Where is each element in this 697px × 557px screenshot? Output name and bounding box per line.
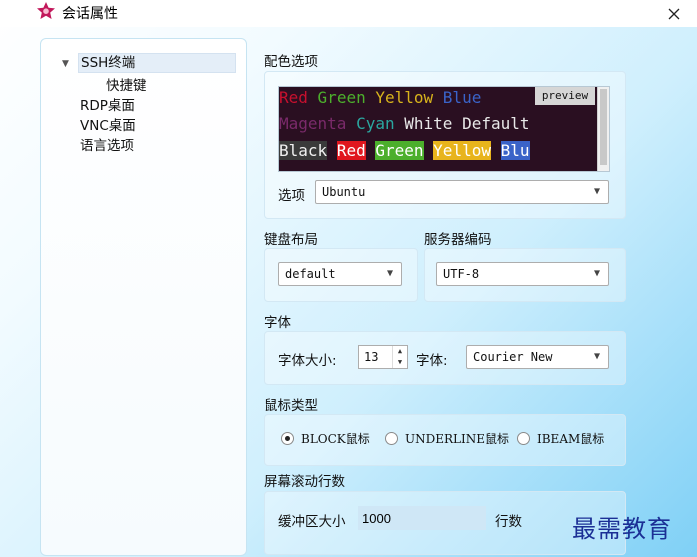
radio-button[interactable] (281, 431, 294, 445)
preview-badge: preview (535, 87, 595, 105)
radio-button[interactable] (517, 431, 530, 445)
preview-color-sample: Yellow (375, 88, 434, 107)
radio-label: IBEAM鼠标 (537, 431, 605, 446)
server-encoding-select[interactable]: UTF-8 ▼ (436, 262, 609, 286)
tree-item-shortcuts[interactable]: 快捷键 (106, 74, 147, 94)
font-family-select[interactable]: Courier New ▼ (466, 345, 609, 369)
preview-scrollbar[interactable] (597, 87, 609, 171)
window-title: 会话属性 (62, 6, 118, 22)
scroll-lines-label: 屏幕滚动行数 (264, 474, 345, 490)
select-value: Ubuntu (322, 185, 366, 199)
preview-spacer (424, 141, 434, 160)
keyboard-layout-select[interactable]: default ▼ (278, 262, 402, 286)
preview-color-sample: Blu (500, 141, 530, 160)
font-family-label: 字体: (416, 353, 448, 369)
font-size-stepper[interactable]: 13 ▲ ▼ (358, 345, 408, 369)
color-options-label: 配色选项 (264, 54, 318, 70)
font-size-label: 字体大小: (278, 353, 337, 369)
preview-color-sample: Red (336, 141, 366, 160)
radio-button[interactable] (385, 431, 398, 445)
expand-caret-icon[interactable]: ▼ (62, 59, 69, 69)
font-size-value: 13 (364, 350, 379, 364)
scroll-thumb[interactable] (600, 89, 607, 165)
settings-tree (40, 38, 247, 556)
preview-spacer (452, 114, 462, 133)
preview-color-sample: Red (279, 88, 308, 107)
stepper-buttons: ▲ ▼ (392, 346, 407, 368)
tree-item-label: 语言选项 (80, 138, 134, 154)
radio-label: UNDERLINE鼠标 (405, 431, 509, 446)
font-section-label: 字体 (264, 315, 291, 331)
radio-block-cursor[interactable]: BLOCK鼠标 (281, 428, 370, 448)
preview-row: Black Red Green Yellow Blu (279, 140, 530, 162)
preview-row: Red Green Yellow Blue (279, 87, 481, 109)
preview-color-sample: White (404, 114, 453, 133)
chevron-down-icon: ▼ (593, 268, 600, 279)
preview-spacer (308, 88, 318, 107)
preview-spacer (395, 114, 405, 133)
tree-item-label: RDP桌面 (80, 98, 135, 114)
close-button[interactable] (651, 0, 697, 27)
tree-item-ssh[interactable]: SSH终端 (78, 53, 236, 73)
buffer-unit-label: 行数 (495, 514, 522, 530)
tree-item-vnc[interactable]: VNC桌面 (80, 114, 136, 134)
buffer-size-label: 缓冲区大小 (278, 514, 346, 530)
preview-color-sample: Yellow (433, 141, 491, 160)
preview-spacer (491, 141, 501, 160)
chevron-up-icon[interactable]: ▲ (393, 346, 407, 357)
color-preview: Red Green Yellow Blue Magenta Cyan White… (278, 86, 610, 172)
chevron-down-icon: ▼ (593, 351, 600, 362)
select-value: default (285, 267, 336, 281)
preview-color-sample: Green (375, 141, 424, 160)
select-value: UTF-8 (443, 267, 480, 281)
chevron-down-icon: ▼ (386, 268, 393, 279)
preview-spacer (327, 141, 337, 160)
close-icon (668, 8, 680, 19)
scheme-label: 选项 (278, 188, 305, 204)
preview-spacer (433, 88, 443, 107)
preview-color-sample: Black (279, 141, 328, 160)
radio-label: BLOCK鼠标 (301, 431, 370, 446)
preview-spacer (366, 141, 376, 160)
app-logo-icon (37, 2, 55, 19)
tree-item-label: VNC桌面 (80, 118, 136, 134)
preview-color-sample: Blue (442, 88, 482, 107)
watermark: 最需教育 (572, 515, 672, 543)
preview-color-sample: Green (317, 88, 366, 107)
preview-row: Magenta Cyan White Default (279, 113, 530, 135)
radio-underline-cursor[interactable]: UNDERLINE鼠标 (385, 428, 509, 448)
chevron-down-icon[interactable]: ▼ (393, 357, 407, 368)
tree-item-rdp[interactable]: RDP桌面 (80, 94, 135, 114)
radio-ibeam-cursor[interactable]: IBEAM鼠标 (517, 428, 604, 448)
mouse-type-label: 鼠标类型 (264, 398, 318, 414)
title-bar: 会话属性 (0, 0, 697, 27)
keyboard-layout-label: 键盘布局 (264, 232, 318, 248)
select-value: Courier New (473, 350, 553, 364)
preview-color-sample: Cyan (356, 114, 395, 133)
server-encoding-label: 服务器编码 (424, 232, 492, 248)
buffer-size-input[interactable] (358, 506, 486, 530)
preview-spacer (346, 114, 356, 133)
chevron-down-icon: ▼ (593, 186, 600, 197)
preview-spacer (366, 88, 376, 107)
tree-item-label: SSH终端 (81, 55, 136, 71)
preview-color-sample: Default (462, 114, 530, 133)
color-scheme-select[interactable]: Ubuntu ▼ (315, 180, 609, 204)
tree-item-label: 快捷键 (106, 78, 147, 94)
tree-item-language[interactable]: 语言选项 (80, 134, 134, 154)
preview-color-sample: Magenta (279, 114, 347, 133)
